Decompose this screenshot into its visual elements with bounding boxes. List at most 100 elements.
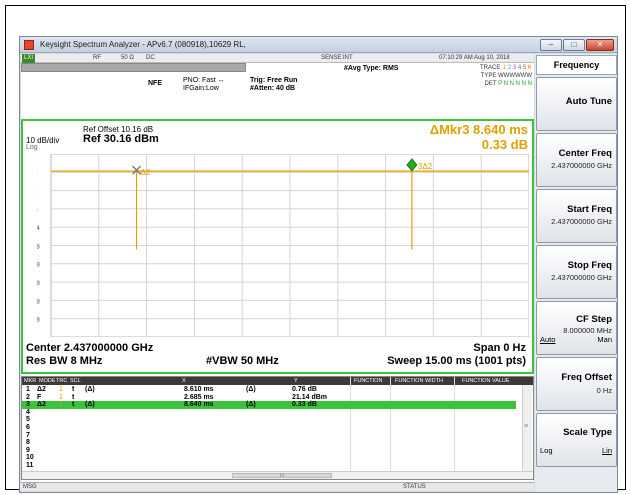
- bottom-status-bar: MSG STATUS: [21, 482, 534, 491]
- scale-type-log-option[interactable]: Log: [540, 446, 553, 455]
- col-scl: SCL: [70, 378, 81, 384]
- trace-status: TRACE 123456 TYPE WWWWWW DET P N N N N N: [454, 64, 532, 89]
- auto-tune-label: Auto Tune: [565, 96, 612, 107]
- markers[interactable]: Δ2 3Δ2: [132, 158, 433, 177]
- scale-type-label: Scale Type: [563, 427, 612, 438]
- trace-6: 6: [527, 65, 532, 71]
- thumb-grip-icon: III: [279, 473, 285, 479]
- col-x: X: [182, 378, 186, 384]
- status-row: LXI RF 50 Ω DC SENSE:INT 07:10:29 AM Aug…: [21, 54, 534, 63]
- freq-offset-softkey[interactable]: Freq Offset 0 Hz: [536, 357, 617, 411]
- rf-input-label: RF: [93, 55, 101, 61]
- scale-type-softkey[interactable]: Scale Type Log Lin: [536, 413, 617, 467]
- app-icon: [24, 40, 34, 50]
- auto-tune-softkey[interactable]: Auto Tune: [536, 77, 617, 131]
- marker-table[interactable]: MKR MODE TRC SCL X Y FUNCTION FUNCTION W…: [21, 376, 534, 480]
- scroll-thumb[interactable]: III: [232, 473, 332, 479]
- nfe-label: NFE: [148, 80, 162, 87]
- stop-freq-value: 2.437000000 GHz: [551, 273, 612, 282]
- pno-arrow-icon: ↔: [217, 77, 225, 84]
- marker-diamond-icon: [406, 158, 418, 172]
- stop-freq-label: Stop Freq: [567, 260, 612, 271]
- start-freq-value: 2.437000000 GHz: [551, 217, 612, 226]
- marker-number: 11: [26, 462, 34, 469]
- ifgain-label: IFGain:Low: [183, 85, 219, 92]
- coupling-label: DC: [146, 55, 155, 61]
- datetime-label: 07:10:29 AM Aug 10, 2018: [439, 55, 510, 61]
- close-button[interactable]: ✕: [586, 39, 614, 51]
- pno-label: PNO: Fast ↔: [183, 77, 225, 84]
- trigger-label: Trig: Free Run: [250, 77, 298, 84]
- det-label: DET: [484, 81, 497, 87]
- graticule-panel: Ref Offset 10.16 dB Ref 30.16 dBm 10 dB/…: [21, 119, 534, 374]
- analyzer-window: Keysight Spectrum Analyzer - APv6.7 (080…: [19, 36, 618, 493]
- col-mkr: MKR: [24, 378, 37, 384]
- sense-label: SENSE:INT: [321, 55, 353, 61]
- resolution-bandwidth: Res BW 8 MHz: [26, 355, 103, 367]
- freq-offset-value: 0 Hz: [596, 386, 612, 395]
- cf-step-man-option[interactable]: Man: [597, 335, 612, 344]
- minimize-button[interactable]: –: [540, 39, 562, 51]
- y-tick-label: -9.84: [37, 225, 40, 232]
- instrument-display: LXI RF 50 Ω DC SENSE:INT 07:10:29 AM Aug…: [21, 54, 534, 491]
- cf-step-label: CF Step: [576, 314, 612, 325]
- maximize-button[interactable]: □: [563, 39, 585, 51]
- center-freq-value: 2.437000000 GHz: [551, 161, 612, 170]
- cf-step-value: 8.000000 MHz: [563, 326, 612, 335]
- y-tick-label: -29.8: [37, 262, 40, 269]
- scroll-grip-icon: ≡: [524, 423, 529, 430]
- center-freq-label: Center Freq: [558, 148, 612, 159]
- vertical-scrollbar[interactable]: ≡: [522, 385, 532, 471]
- y-tick-label: -19.8: [37, 243, 40, 250]
- y-tick-label: -39.8: [37, 280, 40, 287]
- marker-table-row[interactable]: 11: [22, 462, 516, 470]
- col-function-value: FUNCTION VALUE: [462, 378, 510, 384]
- start-freq-label: Start Freq: [567, 204, 612, 215]
- horizontal-scrollbar[interactable]: III: [22, 471, 533, 479]
- y-tick-label: 10.2: [37, 189, 38, 196]
- status-label: STATUS: [403, 484, 426, 490]
- sweep-time: Sweep 15.00 ms (1001 pts): [387, 355, 526, 367]
- trace-plot[interactable]: 20.2 10.2 0.16 -9.84 -19.8 -29.8 -39.8 -49.8 -59…: [37, 154, 529, 337]
- marker-readout-level: 0.33 dB: [481, 137, 528, 152]
- freq-offset-label: Freq Offset: [561, 372, 612, 383]
- span: Span 0 Hz: [473, 342, 526, 354]
- start-freq-softkey[interactable]: Start Freq 2.437000000 GHz: [536, 189, 617, 243]
- graticule-grid: [50, 154, 529, 337]
- y-tick-label: 0.16: [37, 207, 38, 214]
- y-tick-label: -59.8: [37, 317, 40, 324]
- marker-readout: ΔMkr3 8.640 ms 0.33 dB: [430, 122, 528, 152]
- ref-level: Ref 30.16 dBm: [83, 133, 159, 145]
- lxi-badge: LXI: [22, 54, 36, 63]
- det-value: P N N N N N: [498, 81, 532, 87]
- msg-label: MSG: [23, 484, 37, 490]
- title-bar[interactable]: Keysight Spectrum Analyzer - APv6.7 (080…: [20, 37, 617, 53]
- window-title: Keysight Spectrum Analyzer - APv6.7 (080…: [40, 40, 246, 49]
- marker-table-header: MKR MODE TRC SCL X Y FUNCTION FUNCTION W…: [22, 377, 533, 385]
- col-function-width: FUNCTION WIDTH: [395, 378, 443, 384]
- scale-type-lin-option[interactable]: Lin: [602, 446, 612, 455]
- col-y: Y: [294, 378, 298, 384]
- scale-log: Log: [26, 144, 38, 151]
- marker-readout-time: ΔMkr3 8.640 ms: [429, 122, 528, 137]
- impedance-label: 50 Ω: [121, 55, 134, 61]
- col-trc: TRC: [56, 378, 68, 384]
- cf-step-softkey[interactable]: CF Step 8.000000 MHz Auto Man: [536, 301, 617, 355]
- cf-step-auto-option[interactable]: Auto: [540, 335, 555, 344]
- col-mode: MODE: [39, 378, 56, 384]
- marker-label: Δ2: [141, 168, 151, 177]
- atten-label: #Atten: 40 dB: [250, 85, 296, 92]
- y-tick-label: 20.2: [37, 170, 38, 177]
- y-tick-label: -49.8: [37, 298, 40, 305]
- center-freq-softkey[interactable]: Center Freq 2.437000000 GHz: [536, 133, 617, 187]
- softkey-menu-title: Frequency: [536, 55, 617, 75]
- avg-type-label: #Avg Type: RMS: [344, 65, 399, 72]
- trace-label: TRACE: [479, 65, 501, 71]
- stop-freq-softkey[interactable]: Stop Freq 2.437000000 GHz: [536, 245, 617, 299]
- softkey-panel: Frequency Auto Tune Center Freq 2.437000…: [535, 54, 617, 492]
- video-bandwidth: #VBW 50 MHz: [206, 355, 279, 367]
- y-tick-labels: 20.2 10.2 0.16 -9.84 -19.8 -29.8 -39.8 -49.8 -59…: [37, 170, 40, 323]
- center-frequency: Center 2.437000000 GHz: [26, 342, 154, 354]
- marker-label: 3Δ2: [418, 162, 433, 171]
- col-function: FUNCTION: [354, 378, 383, 384]
